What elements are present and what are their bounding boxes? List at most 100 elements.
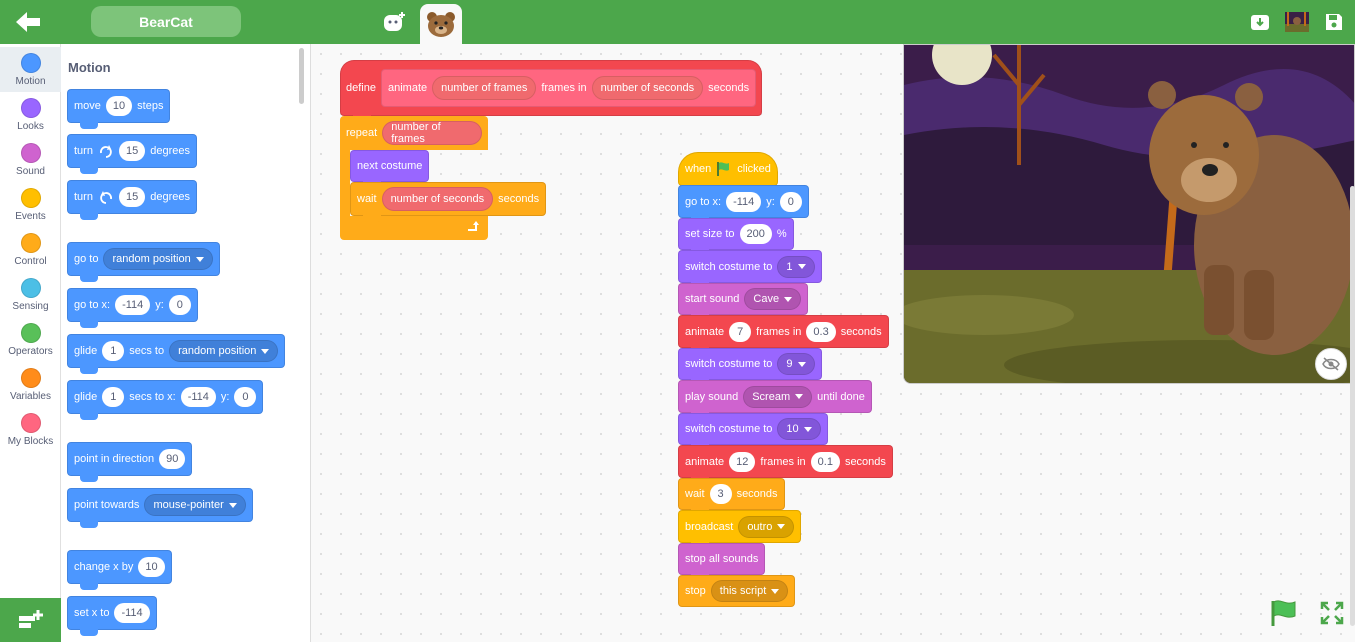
go-to-block[interactable]: go to random position xyxy=(67,242,220,282)
stage-scene-image xyxy=(904,45,1354,383)
costume-dropdown-10[interactable]: 10 xyxy=(777,418,821,440)
point-direction-block[interactable]: point in direction 90 xyxy=(67,442,193,482)
set-size-block[interactable]: set size to 200 % xyxy=(678,218,794,256)
add-sprite-icon[interactable] xyxy=(382,10,408,36)
download-icon[interactable] xyxy=(1250,12,1270,32)
wait-seconds-arg[interactable]: number of seconds xyxy=(381,187,494,211)
point-towards-dropdown[interactable]: mouse-pointer xyxy=(144,494,246,516)
broadcast-block[interactable]: broadcast outro xyxy=(678,510,802,549)
move-steps-input[interactable]: 10 xyxy=(105,96,133,116)
category-my-blocks[interactable]: My Blocks xyxy=(0,407,61,452)
play-sound-block[interactable]: play sound Scream until done xyxy=(678,380,872,419)
control-dot-icon xyxy=(20,233,41,253)
category-operators[interactable]: Operators xyxy=(0,317,61,362)
glide-secs-input[interactable]: 1 xyxy=(102,341,125,361)
costume-dropdown-9[interactable]: 9 xyxy=(777,353,815,375)
define-prototype: animate number of frames frames in numbe… xyxy=(380,69,757,107)
switch-costume-9-block[interactable]: switch costume to 9 xyxy=(678,348,822,386)
chevron-down-icon xyxy=(195,256,204,262)
category-sound[interactable]: Sound xyxy=(0,137,61,182)
start-sound-dropdown[interactable]: Cave xyxy=(744,288,802,310)
switch-costume-10-block[interactable]: switch costume to 10 xyxy=(678,413,828,451)
go-to-xy-block[interactable]: go to x: -114 y: 0 xyxy=(67,288,198,328)
turn-right-block[interactable]: turn 15 degrees xyxy=(67,134,197,174)
animate-block-1[interactable]: animate 7 frames in 0.3 seconds xyxy=(678,315,889,354)
change-x-block[interactable]: change x by 10 xyxy=(67,550,172,590)
main-go-to-y-input[interactable]: 0 xyxy=(779,191,802,212)
glide-xy-block[interactable]: glide 1 secs to x: -114 y: 0 xyxy=(67,380,264,420)
fullscreen-button[interactable] xyxy=(1320,601,1344,625)
main-wait-block[interactable]: wait 3 seconds xyxy=(678,478,785,516)
looks-dot-icon xyxy=(20,98,41,118)
repeat-footer xyxy=(340,216,488,240)
stop-block[interactable]: stop this script xyxy=(678,575,796,607)
go-to-x-input[interactable]: -114 xyxy=(115,295,151,315)
bear-icon xyxy=(427,12,455,37)
category-control[interactable]: Control xyxy=(0,227,61,272)
loop-arrow-icon xyxy=(468,221,479,231)
stage-canvas[interactable] xyxy=(903,44,1355,384)
project-name-field[interactable]: BearCat xyxy=(91,6,241,37)
palette-scrollbar[interactable] xyxy=(299,48,304,104)
stage-thumbnail-icon[interactable] xyxy=(1285,12,1309,32)
next-costume-block[interactable]: next costume xyxy=(350,150,430,188)
main-go-to-x-input[interactable]: -114 xyxy=(726,191,762,212)
animate-2-seconds-input[interactable]: 0.1 xyxy=(810,451,840,472)
category-looks[interactable]: Looks xyxy=(0,92,61,137)
turn-left-input[interactable]: 15 xyxy=(118,187,146,207)
animate-2-frames-input[interactable]: 12 xyxy=(729,451,756,472)
switch-costume-1-block[interactable]: switch costume to 1 xyxy=(678,250,822,289)
change-x-input[interactable]: 10 xyxy=(138,557,165,577)
green-flag-run-button[interactable] xyxy=(1269,599,1299,627)
glide-y-input[interactable]: 0 xyxy=(234,387,257,407)
sensing-dot-icon xyxy=(20,278,41,298)
stop-dropdown[interactable]: this script xyxy=(710,580,789,602)
wait-block[interactable]: wait number of seconds seconds xyxy=(350,182,547,222)
category-sensing[interactable]: Sensing xyxy=(0,272,61,317)
category-rail: Motion Looks Sound Events Control Sensin… xyxy=(0,44,61,598)
glide-x-input[interactable]: -114 xyxy=(180,387,216,407)
top-bar: BearCat xyxy=(0,0,1355,44)
set-x-block[interactable]: set x to -114 xyxy=(67,596,157,636)
category-events[interactable]: Events xyxy=(0,182,61,227)
point-towards-block[interactable]: point towards mouse-pointer xyxy=(67,488,253,528)
costume-dropdown-1[interactable]: 1 xyxy=(777,255,815,278)
set-x-input[interactable]: -114 xyxy=(114,603,150,623)
rotate-right-icon xyxy=(100,145,112,158)
move-steps-block[interactable]: move 10 steps xyxy=(67,89,171,129)
arg-number-of-frames[interactable]: number of frames xyxy=(432,76,537,100)
toggle-visibility-button[interactable] xyxy=(1315,348,1347,380)
main-go-to-xy-block[interactable]: go to x: -114 y: 0 xyxy=(678,185,809,224)
arg-number-of-seconds[interactable]: number of seconds xyxy=(591,76,704,100)
chevron-down-icon xyxy=(771,588,780,594)
operators-dot-icon xyxy=(20,323,41,343)
animate-1-seconds-input[interactable]: 0.3 xyxy=(806,321,836,342)
glide-xy-secs-input[interactable]: 1 xyxy=(102,387,125,407)
go-to-dropdown[interactable]: random position xyxy=(103,248,213,270)
save-icon[interactable] xyxy=(1324,12,1344,32)
turn-right-input[interactable]: 15 xyxy=(118,141,146,161)
play-sound-dropdown[interactable]: Scream xyxy=(743,385,813,408)
start-sound-block[interactable]: start sound Cave xyxy=(678,283,809,321)
animate-block-2[interactable]: animate 12 frames in 0.1 seconds xyxy=(678,445,893,484)
glide-block[interactable]: glide 1 secs to random position xyxy=(67,334,286,374)
set-size-input[interactable]: 200 xyxy=(739,224,772,244)
repeat-count-arg[interactable]: number of frames xyxy=(382,121,482,145)
animate-1-frames-input[interactable]: 7 xyxy=(729,321,752,342)
add-extension-button[interactable] xyxy=(0,598,61,642)
direction-input[interactable]: 90 xyxy=(159,449,186,469)
turn-left-block[interactable]: turn 15 degrees xyxy=(67,180,197,220)
back-arrow-icon[interactable] xyxy=(14,9,42,35)
when-flag-clicked-block[interactable]: when clicked xyxy=(678,152,778,192)
stage-scrollbar[interactable] xyxy=(1350,186,1355,626)
main-wait-input[interactable]: 3 xyxy=(709,484,732,504)
category-motion[interactable]: Motion xyxy=(0,47,61,92)
broadcast-dropdown[interactable]: outro xyxy=(738,515,795,538)
define-hat-block[interactable]: define animate number of frames frames i… xyxy=(340,60,763,122)
go-to-y-input[interactable]: 0 xyxy=(168,295,191,315)
glide-dropdown[interactable]: random position xyxy=(169,340,279,362)
events-dot-icon xyxy=(20,188,41,208)
sprite-tab-bear[interactable] xyxy=(420,4,462,44)
stop-all-sounds-block[interactable]: stop all sounds xyxy=(678,543,766,581)
category-variables[interactable]: Variables xyxy=(0,362,61,407)
